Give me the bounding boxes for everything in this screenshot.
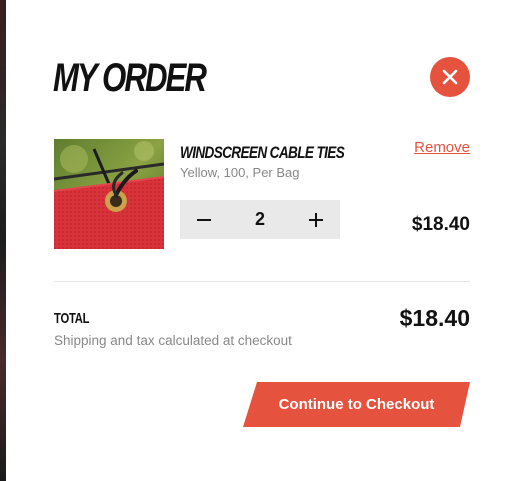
minus-icon <box>197 218 211 221</box>
quantity-stepper: 2 <box>180 200 340 239</box>
total-value: $18.40 <box>399 305 470 331</box>
cart-title: MY ORDER <box>53 56 207 100</box>
total-label: TOTAL <box>54 310 90 327</box>
close-icon <box>442 69 458 85</box>
checkout-button[interactable]: Continue to Checkout <box>243 382 470 427</box>
increment-button[interactable] <box>292 200 340 239</box>
close-button[interactable] <box>430 57 470 97</box>
product-name[interactable]: WINDSCREEN CABLE TIES <box>180 143 345 163</box>
cart-drawer: MY ORDER WINDSCREEN CABLE TIES Yellow, 1… <box>6 0 519 481</box>
line-price: $18.40 <box>411 214 470 235</box>
checkout-button-label: Continue to Checkout <box>278 396 435 413</box>
remove-link[interactable]: Remove <box>414 139 470 157</box>
product-image[interactable] <box>54 139 164 249</box>
decrement-button[interactable] <box>180 200 228 239</box>
product-variant: Yellow, 100, Per Bag <box>180 165 300 180</box>
shipping-note: Shipping and tax calculated at checkout <box>54 333 292 348</box>
plus-icon <box>309 212 323 227</box>
divider <box>54 281 470 282</box>
quantity-value[interactable]: 2 <box>240 209 280 230</box>
